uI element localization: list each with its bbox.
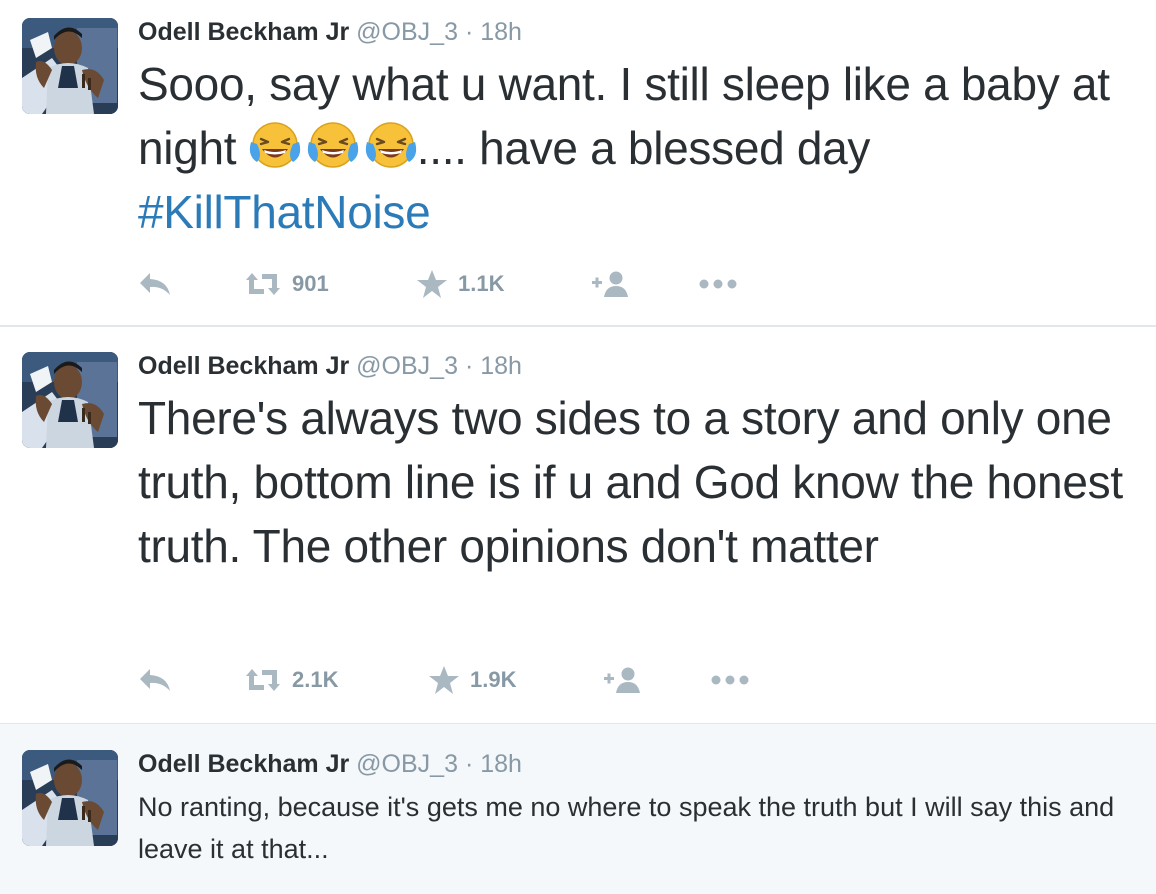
author-handle[interactable]: @OBJ_3: [356, 18, 458, 46]
more-button[interactable]: [698, 264, 738, 304]
favorite-count: 1.1K: [458, 271, 505, 296]
favorite-count: 1.9K: [470, 667, 517, 692]
tweet-header: Odell Beckham Jr @OBJ_3 · 18h: [138, 748, 522, 780]
tweet-text: No ranting, because it's gets me no wher…: [138, 792, 1115, 864]
retweet-icon: [246, 669, 280, 691]
reply-icon: [140, 273, 170, 295]
face-with-tears-of-joy-icon: [365, 120, 417, 172]
favorite-button[interactable]: 1.1K: [416, 264, 504, 304]
tweet-actions: 901 1.1K: [138, 264, 838, 304]
tweet-header: Odell Beckham Jr @OBJ_3 · 18h: [138, 16, 522, 48]
author-name[interactable]: Odell Beckham Jr: [138, 18, 349, 46]
star-icon: [429, 666, 459, 694]
separator: ·: [464, 352, 474, 380]
retweet-icon: [246, 273, 280, 295]
tweet-header: Odell Beckham Jr @OBJ_3 · 18h: [138, 350, 522, 382]
tweet-2[interactable]: Odell Beckham Jr @OBJ_3 · 18h There's al…: [0, 326, 1156, 724]
favorite-button[interactable]: 1.9K: [428, 660, 516, 700]
avatar[interactable]: [22, 18, 118, 114]
follow-icon: [592, 271, 628, 297]
separator: ·: [464, 18, 474, 46]
author-name[interactable]: Odell Beckham Jr: [138, 352, 349, 380]
separator: ·: [464, 750, 474, 778]
tweet-1[interactable]: Odell Beckham Jr @OBJ_3 · 18h Sooo, say …: [0, 0, 1156, 326]
reply-icon: [140, 669, 170, 691]
reply-button[interactable]: [138, 660, 172, 700]
avatar[interactable]: [22, 750, 118, 846]
timestamp[interactable]: 18h: [480, 750, 522, 778]
tweet-text: There's always two sides to a story and …: [138, 392, 1123, 572]
tweet-text-part2: .... have a blessed day: [416, 122, 871, 174]
avatar[interactable]: [22, 352, 118, 448]
follow-icon: [604, 667, 640, 693]
more-icon: [699, 279, 737, 289]
author-handle[interactable]: @OBJ_3: [356, 750, 458, 778]
follow-button[interactable]: [590, 264, 630, 304]
star-icon: [417, 270, 447, 298]
timestamp[interactable]: 18h: [480, 18, 522, 46]
timestamp[interactable]: 18h: [480, 352, 522, 380]
retweet-button[interactable]: 2.1K: [244, 660, 338, 700]
more-icon: [711, 675, 749, 685]
tweet-text: Sooo, say what u want. I still sleep lik…: [138, 52, 1148, 244]
reply-button[interactable]: [138, 264, 172, 304]
more-button[interactable]: [710, 660, 750, 700]
face-with-tears-of-joy-icon: [249, 120, 301, 172]
retweet-count: 901: [292, 271, 329, 296]
author-name[interactable]: Odell Beckham Jr: [138, 750, 349, 778]
follow-button[interactable]: [602, 660, 642, 700]
tweet-3[interactable]: Odell Beckham Jr @OBJ_3 · 18h No ranting…: [0, 724, 1156, 894]
tweet-actions: 2.1K 1.9K: [138, 660, 838, 700]
face-with-tears-of-joy-icon: [307, 120, 359, 172]
author-handle[interactable]: @OBJ_3: [356, 352, 458, 380]
hashtag-link[interactable]: #KillThatNoise: [138, 186, 431, 238]
retweet-button[interactable]: 901: [244, 264, 329, 304]
retweet-count: 2.1K: [292, 667, 339, 692]
